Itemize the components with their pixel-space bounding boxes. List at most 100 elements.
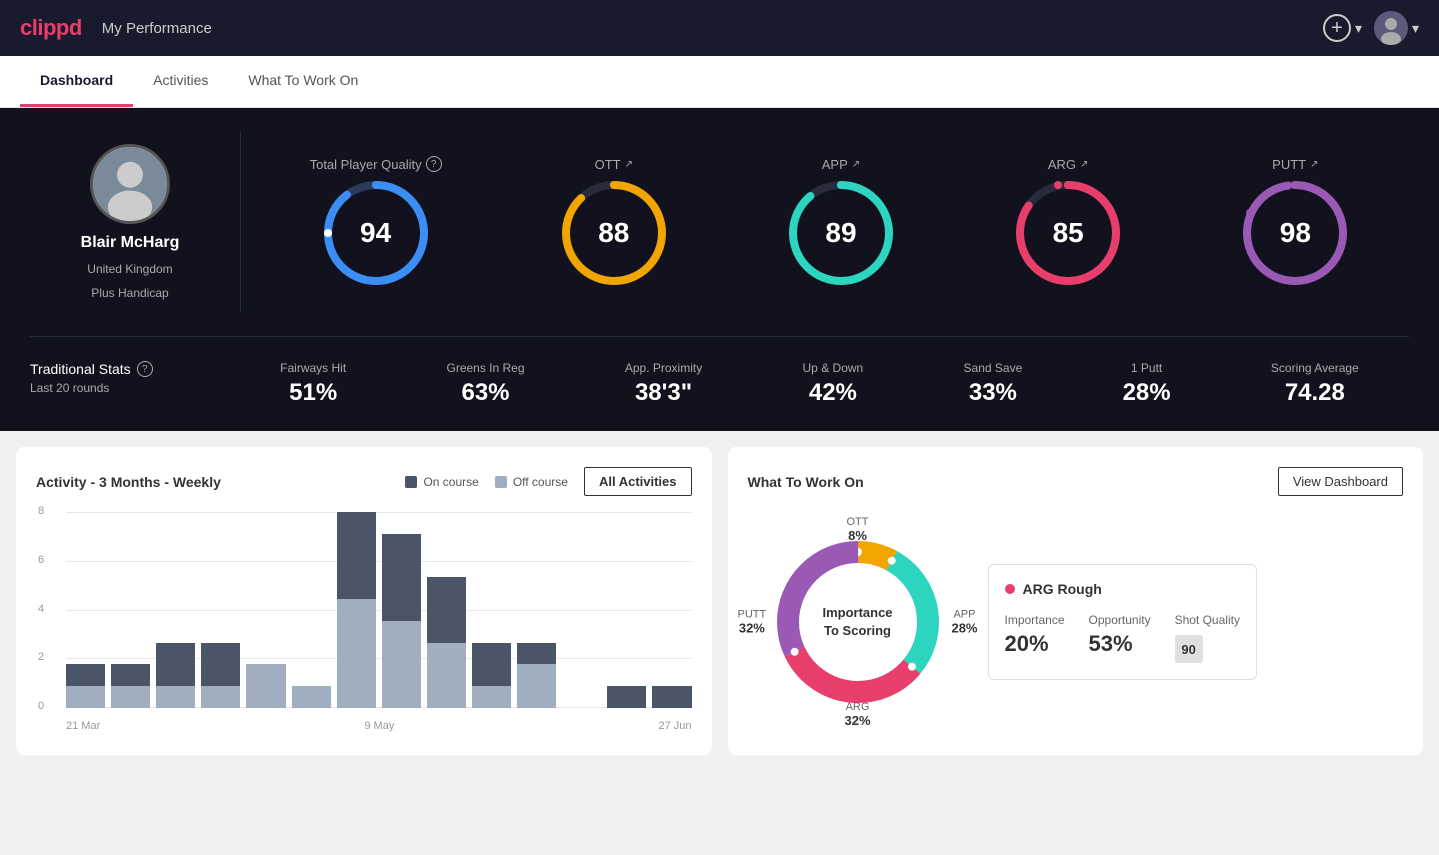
plus-icon: + — [1323, 14, 1351, 42]
app-label: APP ↗ — [822, 157, 860, 172]
trad-help-icon[interactable]: ? — [137, 361, 153, 377]
tab-activities[interactable]: Activities — [133, 56, 228, 107]
player-info: Blair McHarg United Kingdom Plus Handica… — [30, 144, 230, 300]
avatar-button[interactable]: ▾ — [1374, 11, 1419, 45]
putt-metric: PUTT ↗ 98 — [1240, 157, 1350, 288]
tab-dashboard[interactable]: Dashboard — [20, 56, 133, 107]
trad-stat-greens: Greens In Reg 63% — [446, 361, 524, 407]
chart-legend: On course Off course — [405, 475, 568, 489]
logo: clippd — [20, 15, 82, 41]
arg-arrow-icon: ↗ — [1080, 159, 1088, 170]
off-course-bar — [292, 686, 331, 708]
info-shot-quality: Shot Quality 90 — [1175, 613, 1240, 663]
help-icon[interactable]: ? — [426, 156, 442, 172]
red-dot-icon — [1005, 584, 1015, 594]
off-course-bar — [111, 686, 150, 708]
avatar — [1374, 11, 1408, 45]
wtwo-content: OTT 8% APP 28% ARG 32% PUTT 32% Importan… — [748, 512, 1404, 732]
ott-metric: OTT ↗ 88 — [559, 157, 669, 288]
putt-value: 98 — [1280, 217, 1311, 249]
chevron-down-icon: ▾ — [1355, 20, 1362, 37]
quality-metrics: Total Player Quality ? 94 OTT ↗ — [251, 156, 1409, 288]
app-circle: 89 — [786, 178, 896, 288]
traditional-stats: Traditional Stats ? Last 20 rounds Fairw… — [30, 361, 1409, 407]
bar-stack — [652, 686, 691, 708]
bar-group — [111, 664, 150, 708]
arg-metric: ARG ↗ 85 — [1013, 157, 1123, 288]
on-course-bar — [517, 643, 556, 665]
add-button[interactable]: + ▾ — [1323, 14, 1362, 42]
putt-label-outer: PUTT 32% — [738, 609, 767, 636]
trad-stat-oneputt: 1 Putt 28% — [1123, 361, 1171, 407]
ott-circle: 88 — [559, 178, 669, 288]
bar-group — [382, 534, 421, 708]
header: clippd My Performance + ▾ ▾ — [0, 0, 1439, 56]
bar-group — [517, 643, 556, 708]
activity-header: Activity - 3 Months - Weekly On course O… — [36, 467, 692, 496]
off-course-bar — [382, 621, 421, 708]
off-course-bar — [337, 599, 376, 708]
app-label-outer: APP 28% — [951, 609, 977, 636]
x-axis-label: 21 Mar — [66, 720, 100, 732]
bar-stack — [201, 643, 240, 708]
off-course-bar — [246, 664, 285, 708]
on-course-dot — [405, 476, 417, 488]
legend-off-course: Off course — [495, 475, 568, 489]
trad-stat-fairways: Fairways Hit 51% — [280, 361, 346, 407]
donut-chart-area: OTT 8% APP 28% ARG 32% PUTT 32% Importan… — [748, 512, 968, 732]
chart-area: 86420 21 Mar9 May27 Jun — [36, 512, 692, 732]
off-course-bar — [201, 686, 240, 708]
on-course-bar — [156, 643, 195, 687]
total-quality-metric: Total Player Quality ? 94 — [310, 156, 442, 288]
off-course-bar — [156, 686, 195, 708]
on-course-bar — [382, 534, 421, 621]
trad-stats-label: Traditional Stats ? Last 20 rounds — [30, 361, 230, 395]
off-course-bar — [517, 664, 556, 708]
view-dashboard-button[interactable]: View Dashboard — [1278, 467, 1403, 496]
bar-group — [427, 577, 466, 708]
trad-stats-subtitle: Last 20 rounds — [30, 381, 230, 395]
bar-group — [652, 686, 691, 708]
legend-on-course: On course — [405, 475, 478, 489]
off-course-bar — [427, 643, 466, 708]
player-handicap: Plus Handicap — [91, 286, 168, 300]
on-course-bar — [111, 664, 150, 686]
ott-value: 88 — [598, 217, 629, 249]
avatar-image — [1374, 11, 1408, 45]
total-quality-value: 94 — [360, 217, 391, 249]
bar-group — [246, 664, 285, 708]
on-course-bar — [472, 643, 511, 687]
player-avatar — [90, 144, 170, 224]
header-left: clippd My Performance — [20, 15, 212, 41]
wtwo-title: What To Work On — [748, 474, 864, 490]
ott-label: OTT ↗ — [595, 157, 633, 172]
donut-dot — [790, 648, 798, 656]
app-value: 89 — [825, 217, 856, 249]
bar-stack — [472, 643, 511, 708]
tab-what-to-work-on[interactable]: What To Work On — [228, 56, 378, 107]
on-course-bar — [427, 577, 466, 642]
bar-stack — [111, 664, 150, 708]
trad-stat-updown: Up & Down 42% — [803, 361, 864, 407]
activity-title: Activity - 3 Months - Weekly — [36, 474, 221, 490]
putt-circle: 98 — [1240, 178, 1350, 288]
x-axis-label: 9 May — [364, 720, 394, 732]
quality-divider — [240, 132, 241, 312]
trad-stats-title: Traditional Stats ? — [30, 361, 230, 377]
bar-group — [337, 512, 376, 708]
info-card: ARG Rough Importance 20% Opportunity 53%… — [988, 564, 1257, 680]
activity-controls: On course Off course All Activities — [405, 467, 691, 496]
on-course-bar — [201, 643, 240, 687]
trad-stat-proximity: App. Proximity 38'3" — [625, 361, 702, 407]
info-opportunity: Opportunity 53% — [1089, 613, 1151, 663]
all-activities-button[interactable]: All Activities — [584, 467, 692, 496]
off-course-dot — [495, 476, 507, 488]
bar-stack — [382, 534, 421, 708]
bar-group — [66, 664, 105, 708]
donut-dot — [907, 663, 915, 671]
trad-stats-items: Fairways Hit 51% Greens In Reg 63% App. … — [230, 361, 1409, 407]
off-course-bar — [66, 686, 105, 708]
total-quality-circle: 94 — [321, 178, 431, 288]
donut-center-text: ImportanceTo Scoring — [822, 604, 892, 640]
on-course-bar — [66, 664, 105, 686]
